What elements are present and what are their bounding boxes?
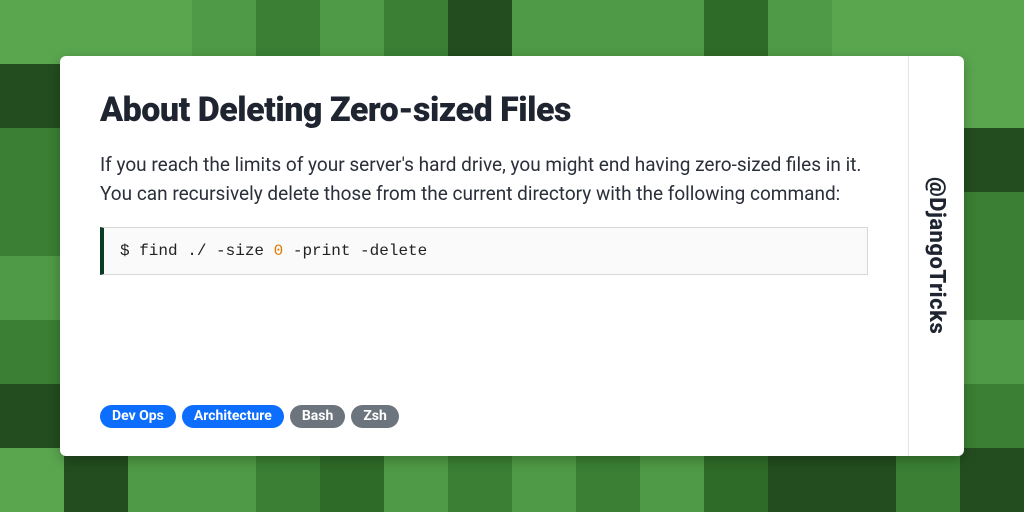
code-block: $ find ./ -size 0 -print -delete: [100, 227, 868, 275]
content-card: About Deleting Zero-sized Files If you r…: [60, 56, 964, 456]
tag-architecture[interactable]: Architecture: [182, 405, 284, 428]
tag-dev-ops[interactable]: Dev Ops: [100, 405, 176, 428]
tag-bash[interactable]: Bash: [290, 405, 345, 428]
content-area: About Deleting Zero-sized Files If you r…: [60, 56, 908, 456]
sidebar: @DjangoTricks: [908, 56, 964, 456]
twitter-handle[interactable]: @DjangoTricks: [924, 177, 949, 334]
tag-list: Dev Ops Architecture Bash Zsh: [100, 405, 868, 428]
code-suffix: -print -delete: [283, 242, 427, 260]
code-highlight: 0: [274, 242, 284, 260]
post-title: About Deleting Zero-sized Files: [100, 90, 868, 130]
tag-zsh[interactable]: Zsh: [351, 405, 399, 428]
code-prefix: $ find ./ -size: [120, 242, 274, 260]
post-description: If you reach the limits of your server's…: [100, 150, 868, 209]
